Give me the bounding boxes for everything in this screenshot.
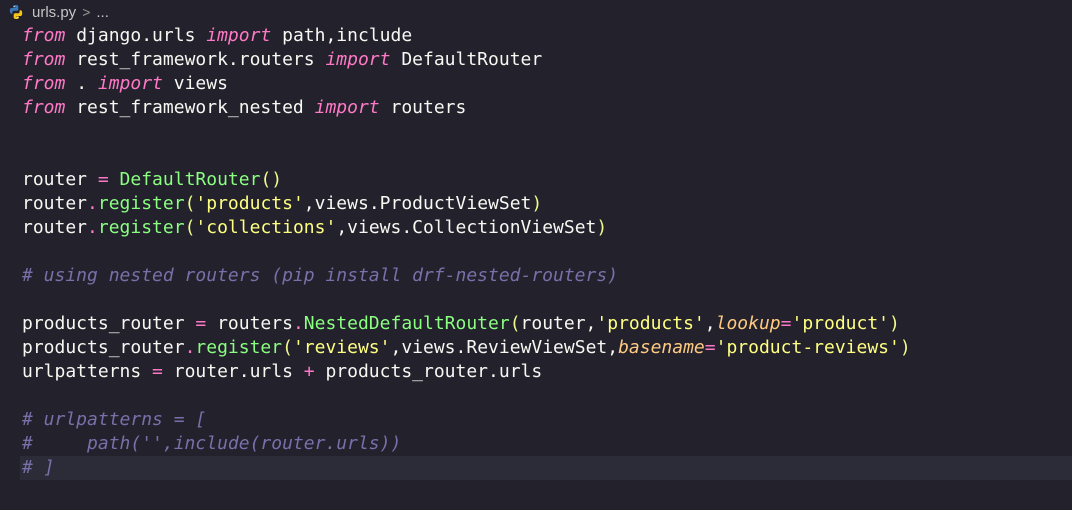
breadcrumb-ellipsis[interactable]: ... <box>96 4 109 21</box>
identifier: router <box>22 217 88 238</box>
operator: = <box>97 169 109 190</box>
code-line-5[interactable] <box>22 120 1072 144</box>
string-literal: 'products' <box>596 313 705 334</box>
operator: = <box>704 337 716 358</box>
keyword: import <box>97 73 163 94</box>
code-line-8[interactable]: router.register('products',views.Product… <box>22 192 1072 216</box>
function-call: DefaultRouter <box>119 169 261 190</box>
keyword: from <box>22 73 66 94</box>
string-literal: 'product' <box>791 313 890 334</box>
keyword: import <box>325 49 391 70</box>
argument: ,views.CollectionViewSet <box>336 217 597 238</box>
string-literal: 'product-reviews' <box>715 337 900 358</box>
keyword: from <box>22 49 66 70</box>
code-line-15[interactable]: urlpatterns = router.urls + products_rou… <box>22 360 1072 384</box>
paren-open: ( <box>184 217 196 238</box>
expression: products_router.urls <box>314 361 543 382</box>
code-line-13[interactable]: products_router = routers.NestedDefaultR… <box>22 312 1072 336</box>
string-literal: 'reviews' <box>292 337 391 358</box>
code-line-2[interactable]: from rest_framework.routers import Defau… <box>22 48 1072 72</box>
identifier: urlpatterns <box>22 361 153 382</box>
keyword: import <box>314 97 380 118</box>
imported-names: path,include <box>271 25 413 46</box>
breadcrumb-separator: > <box>82 4 91 20</box>
code-line-3[interactable]: from . import views <box>22 72 1072 96</box>
paren-open: ( <box>282 337 293 358</box>
expression: router.urls <box>162 361 304 382</box>
operator: = <box>780 313 792 334</box>
code-line-17[interactable]: # urlpatterns = [ <box>22 408 1072 432</box>
comment: # urlpatterns = [ <box>22 409 207 430</box>
method-call: register <box>97 217 185 238</box>
parens: () <box>260 169 283 190</box>
string-literal: 'collections' <box>195 217 337 238</box>
operator: = <box>195 313 207 334</box>
comment: # using nested routers (pip install drf-… <box>22 265 619 286</box>
method-call: register <box>195 337 283 358</box>
dot-operator: . <box>87 193 98 214</box>
identifier: products_router <box>22 337 185 358</box>
identifier: products_router <box>22 313 196 334</box>
keyword: import <box>206 25 272 46</box>
paren-close: ) <box>889 313 900 334</box>
paren-open: ( <box>184 193 196 214</box>
python-file-icon <box>8 4 24 20</box>
module-name: rest_framework_nested <box>65 97 315 118</box>
paren-close: ) <box>531 193 543 214</box>
operator: + <box>303 361 315 382</box>
keyword: from <box>22 25 66 46</box>
code-line-10[interactable] <box>22 240 1072 264</box>
code-line-19-current[interactable]: # ] <box>20 456 1072 480</box>
code-line-16[interactable] <box>22 384 1072 408</box>
breadcrumb[interactable]: urls.py > ... <box>8 2 109 22</box>
code-line-1[interactable]: from django.urls import path,include <box>22 24 1072 48</box>
identifier: routers <box>206 313 293 334</box>
code-line-12[interactable] <box>22 288 1072 312</box>
breadcrumb-file-name[interactable]: urls.py <box>32 4 76 21</box>
comment: # path('',include(router.urls)) <box>22 433 402 454</box>
imported-names: routers <box>379 97 467 118</box>
dot-operator: . <box>184 337 196 358</box>
dot-operator: . <box>292 313 304 334</box>
identifier: router <box>22 193 88 214</box>
argument: router, <box>520 313 597 334</box>
argument: ,views.ProductViewSet <box>303 193 532 214</box>
imported-names: views <box>162 73 228 94</box>
function-call: NestedDefaultRouter <box>303 313 510 334</box>
identifier: router <box>22 169 98 190</box>
code-area[interactable]: from django.urls import path,include fro… <box>20 24 1072 480</box>
operator: = <box>152 361 163 382</box>
string-literal: 'products' <box>195 193 304 214</box>
imported-names: DefaultRouter <box>390 49 543 70</box>
comma: , <box>704 313 716 334</box>
keyword: from <box>22 97 66 118</box>
code-line-9[interactable]: router.register('collections',views.Coll… <box>22 216 1072 240</box>
dot-operator: . <box>87 217 98 238</box>
code-line-14[interactable]: products_router.register('reviews',views… <box>22 336 1072 360</box>
code-line-18[interactable]: # path('',include(router.urls)) <box>22 432 1072 456</box>
code-line-7[interactable]: router = DefaultRouter() <box>22 168 1072 192</box>
comment: # ] <box>22 457 55 478</box>
module-name: rest_framework.routers <box>65 49 326 70</box>
keyword-argument: lookup <box>715 313 781 334</box>
paren-close: ) <box>596 217 608 238</box>
code-line-11[interactable]: # using nested routers (pip install drf-… <box>22 264 1072 288</box>
code-line-4[interactable]: from rest_framework_nested import router… <box>22 96 1072 120</box>
paren-close: ) <box>899 337 911 358</box>
method-call: register <box>97 193 185 214</box>
paren-open: ( <box>509 313 521 334</box>
module-name: django.urls <box>65 25 207 46</box>
module-name: . <box>65 73 98 94</box>
argument: ,views.ReviewViewSet, <box>390 337 619 358</box>
code-editor[interactable]: urls.py > ... from django.urls import pa… <box>0 0 1072 510</box>
code-line-6[interactable] <box>22 144 1072 168</box>
keyword-argument: basename <box>618 337 705 358</box>
